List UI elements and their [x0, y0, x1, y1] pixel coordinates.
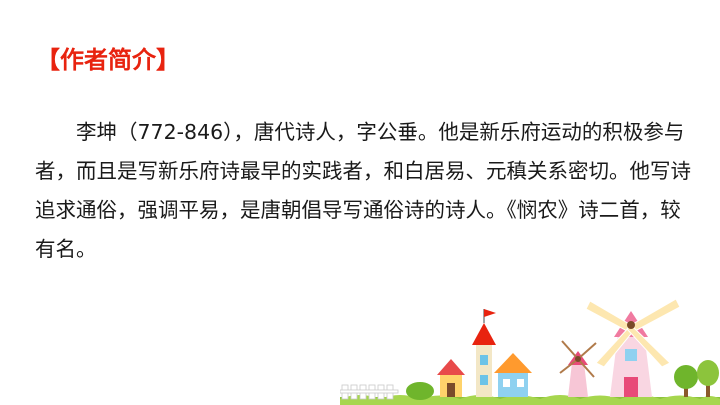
bush	[406, 382, 434, 400]
author-intro-paragraph: 李坤（772-846），唐代诗人，字公垂。他是新乐府运动的积极参与者，而且是写新…	[35, 120, 691, 261]
house-middle	[494, 353, 532, 397]
grass-tufts	[340, 395, 720, 405]
big-windmill	[585, 298, 681, 397]
section-heading: 【作者简介】	[36, 46, 180, 74]
small-windmill	[559, 340, 597, 397]
slide: 【作者简介】 李坤（772-846），唐代诗人，字公垂。他是新乐府运动的积极参与…	[0, 0, 720, 405]
tower	[472, 309, 496, 397]
house-left	[437, 359, 465, 397]
tree	[674, 360, 719, 397]
windmill-village-illustration	[340, 298, 720, 405]
